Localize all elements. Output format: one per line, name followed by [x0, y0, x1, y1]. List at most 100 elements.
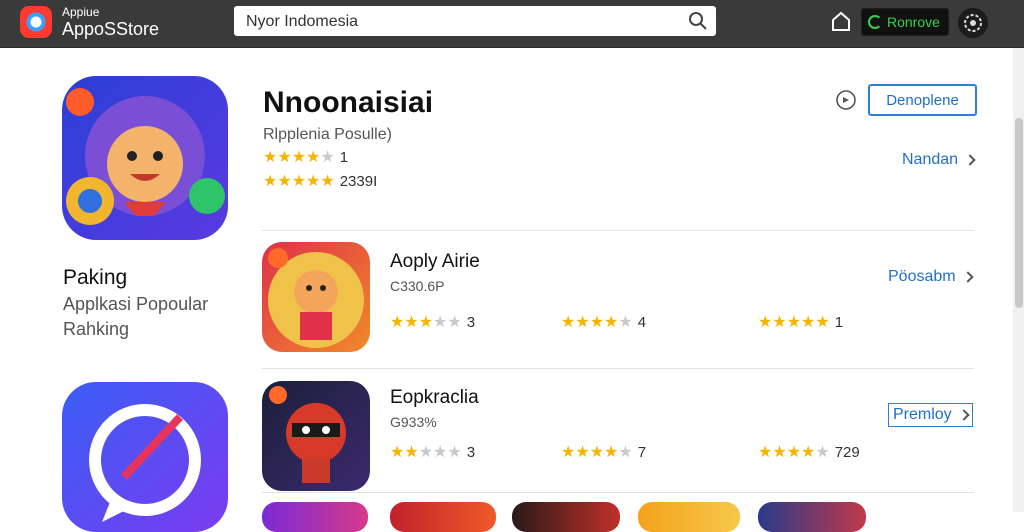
ninja-character-icon [269, 386, 346, 483]
section-title: Paking [63, 266, 128, 289]
app-rating-secondary: ★ ★ ★ ★ ★ 2339I [263, 173, 377, 190]
app-subtitle: Rlpplenia Posulle) [263, 126, 392, 143]
chevron-right-icon [961, 271, 974, 283]
rating-count: 3 [466, 314, 476, 331]
rating-count: 4 [637, 314, 647, 331]
chevron-right-icon [964, 154, 976, 166]
star-icon: ★ [604, 313, 619, 331]
list-item-rating: ★ ★ ★ ★ ★ 3 [390, 444, 475, 461]
star-icon: ★ [772, 313, 787, 331]
app-store-logo[interactable]: Appiue AppoSStore [20, 6, 159, 38]
star-icon: ★ [575, 313, 590, 331]
list-item-rating: ★ ★ ★ ★ ★ 7 [561, 444, 646, 461]
star-icon: ★ [589, 313, 605, 331]
star-icon: ★ [306, 172, 321, 190]
list-item-link-label: Premloy [893, 406, 952, 423]
divider [262, 492, 974, 493]
star-icon: ★ [561, 443, 576, 461]
list-item-subtitle: C330.6P [390, 278, 445, 294]
divider [262, 230, 974, 231]
app-tile[interactable] [758, 502, 866, 532]
star-icon: ★ [263, 148, 278, 166]
messenger-app-icon[interactable] [62, 382, 228, 532]
list-item-rating: ★ ★ ★ ★ ★ 729 [758, 444, 860, 461]
app-tile[interactable] [638, 502, 740, 532]
brand-text: Appiue AppoSStore [62, 6, 159, 38]
top-action-button-label: Ronrove [887, 14, 940, 30]
star-icon: ★ [291, 148, 307, 166]
divider [262, 368, 974, 369]
rating-count: 729 [834, 444, 860, 461]
list-item-rating: ★ ★ ★ ★ ★ 3 [390, 314, 475, 331]
star-icon: ★ [277, 148, 292, 166]
featured-app-icon[interactable] [62, 76, 228, 240]
star-icon: ★ [801, 443, 816, 461]
settings-gear-icon[interactable] [958, 8, 988, 38]
star-icon: ★ [277, 172, 292, 190]
download-button[interactable]: Denoplene [868, 84, 977, 116]
star-icon: ★ [589, 443, 605, 461]
search-input-value: Nyor Indomesia [246, 13, 359, 30]
list-item-subtitle: G933% [390, 414, 437, 430]
home-icon[interactable] [830, 10, 852, 32]
list-item-title[interactable]: Aoply Airie [390, 251, 480, 273]
list-item-app-icon[interactable] [262, 242, 370, 352]
see-more-link[interactable]: Nandan [902, 151, 976, 169]
star-icon: ★ [801, 313, 816, 331]
star-icon: ★ [390, 313, 405, 331]
fox-character-icon [268, 248, 364, 348]
list-item-title[interactable]: Eopkraclia [390, 387, 479, 409]
app-tile[interactable] [390, 502, 496, 532]
star-icon: ★ [320, 148, 335, 166]
star-icon: ★ [772, 443, 787, 461]
list-item-rating: ★ ★ ★ ★ ★ 1 [758, 314, 843, 331]
section-subtitle: Applkasi Popoular [63, 294, 209, 314]
star-icon: ★ [263, 172, 278, 190]
search-icon[interactable] [688, 11, 708, 31]
star-icon: ★ [575, 443, 590, 461]
app-tile[interactable] [512, 502, 620, 532]
star-icon: ★ [561, 313, 576, 331]
cartoon-character-icon [66, 88, 225, 225]
see-more-link-label: Nandan [902, 151, 959, 168]
scrollbar-thumb[interactable] [1015, 118, 1023, 308]
star-icon: ★ [433, 313, 448, 331]
list-item-link[interactable]: Pöosabm [888, 268, 974, 286]
app-tile[interactable] [262, 502, 368, 532]
star-icon: ★ [404, 313, 419, 331]
top-action-button[interactable]: Ronrove [861, 8, 949, 36]
app-store-logo-icon [20, 6, 52, 38]
star-icon: ★ [418, 313, 434, 331]
star-icon: ★ [447, 313, 462, 331]
star-icon: ★ [418, 443, 434, 461]
star-icon: ★ [786, 313, 802, 331]
star-icon: ★ [390, 443, 405, 461]
star-icon: ★ [320, 172, 335, 190]
app-rating-primary: ★ ★ ★ ★ ★ 1 [263, 149, 348, 166]
star-icon: ★ [815, 443, 830, 461]
list-item-rating: ★ ★ ★ ★ ★ 4 [561, 314, 646, 331]
list-item-app-icon[interactable] [262, 381, 370, 491]
star-icon: ★ [291, 172, 307, 190]
search-input[interactable]: Nyor Indomesia [234, 6, 716, 36]
list-item-link-label: Pöosabm [888, 268, 956, 285]
brand-name: AppoSStore [62, 19, 160, 39]
app-title: Nnoonaisiai [263, 86, 434, 119]
rating-count: 7 [637, 444, 647, 461]
star-icon: ★ [758, 443, 773, 461]
star-icon: ★ [786, 443, 802, 461]
list-item-link[interactable]: Premloy [888, 403, 973, 427]
info-icon[interactable] [835, 89, 857, 111]
star-icon: ★ [404, 443, 419, 461]
star-icon: ★ [815, 313, 830, 331]
star-icon: ★ [618, 313, 633, 331]
star-icon: ★ [433, 443, 448, 461]
star-icon: ★ [618, 443, 633, 461]
rating-count: 1 [339, 149, 349, 166]
star-icon: ★ [306, 148, 321, 166]
chat-bubble-icon [89, 404, 201, 522]
rating-count: 2339I [339, 173, 378, 190]
chevron-right-icon [958, 409, 970, 421]
brand-small-text: Appiue [62, 5, 100, 19]
star-icon: ★ [447, 443, 462, 461]
